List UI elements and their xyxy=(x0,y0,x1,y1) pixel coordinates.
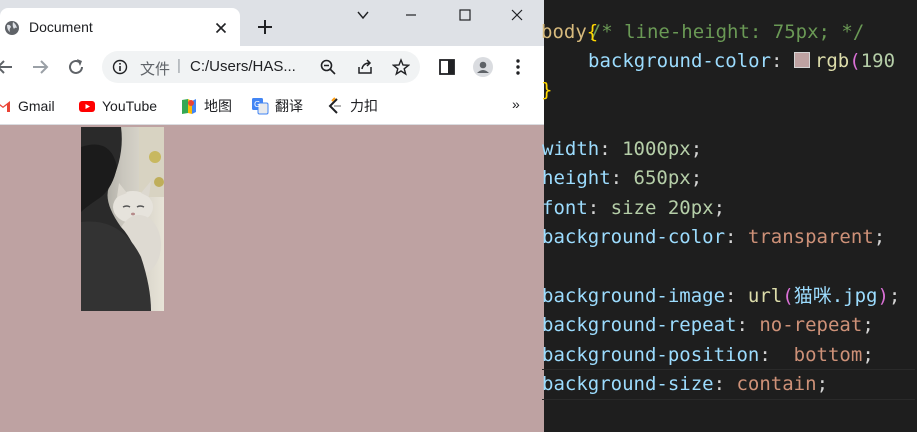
bookmark-label: 力扣 xyxy=(350,98,378,114)
css-value: transparent xyxy=(747,226,874,248)
code-line-background-size: background-size: contain; xyxy=(542,369,915,400)
translate-icon: G xyxy=(252,98,269,115)
new-tab-button[interactable] xyxy=(256,18,274,36)
svg-text:G: G xyxy=(254,100,260,109)
tab-strip: Document xyxy=(0,0,544,46)
css-property: background-position xyxy=(542,344,760,366)
side-panel-icon[interactable] xyxy=(437,57,457,77)
minimize-icon xyxy=(406,14,416,16)
code-line-font: font: size 20px; xyxy=(542,197,726,219)
code-line-comment: /* line-height: 75px; */ xyxy=(544,0,865,43)
close-icon[interactable] xyxy=(213,20,229,36)
bookmarks-bar: Gmail YouTube 地图 G 翻译 力扣 » xyxy=(0,88,544,125)
browser-toolbar: 文件 | C:/Users/HAS... xyxy=(0,46,544,88)
css-value: contain xyxy=(736,373,817,395)
bookmark-label: 翻译 xyxy=(275,98,303,114)
code-editor[interactable]: /* line-height: 75px; */ body{ backgroun… xyxy=(541,0,917,432)
youtube-icon xyxy=(79,101,95,112)
zoom-icon[interactable] xyxy=(319,58,337,76)
css-brace-close: } xyxy=(541,79,553,101)
code-line-width: width: 1000px; xyxy=(542,138,703,160)
bookmark-label: YouTube xyxy=(102,98,158,114)
maximize-icon xyxy=(459,9,471,21)
css-property: font xyxy=(542,197,588,219)
browser-window: Document 文件 | C:/Users/HAS... Gmail YouT… xyxy=(0,0,544,432)
tab-title: Document xyxy=(29,19,93,35)
css-property: background-repeat xyxy=(542,314,737,336)
address-scheme-label: 文件 xyxy=(140,61,171,78)
back-button[interactable] xyxy=(0,56,16,78)
forward-button[interactable] xyxy=(29,56,51,78)
bookmark-maps[interactable]: 地图 xyxy=(180,95,232,117)
css-function: rgb xyxy=(814,50,850,72)
menu-kebab-icon[interactable] xyxy=(508,57,528,77)
css-selector: body xyxy=(541,21,587,43)
css-comment: /* line-height: 75px; */ xyxy=(589,21,865,43)
code-line-background-color-transparent: background-color: transparent; xyxy=(542,226,886,248)
close-window-button[interactable] xyxy=(494,8,540,26)
code-line-background-repeat: background-repeat: no-repeat; xyxy=(542,314,874,336)
globe-icon xyxy=(5,21,19,35)
css-value: 650px xyxy=(633,167,691,189)
css-value: 1000px xyxy=(622,138,691,160)
share-icon[interactable] xyxy=(356,58,374,76)
css-number: 190 xyxy=(860,50,896,72)
address-bar[interactable]: 文件 | C:/Users/HAS... xyxy=(102,51,420,83)
code-line-background-position: background-position: bottom; xyxy=(542,344,874,366)
css-value: bottom xyxy=(793,344,863,366)
color-swatch[interactable] xyxy=(793,52,810,68)
code-line-selector: body{ xyxy=(541,18,599,47)
minimize-button[interactable] xyxy=(388,8,434,26)
css-property: background-image xyxy=(542,285,726,307)
bookmark-label: 地图 xyxy=(204,98,232,114)
bookmark-label: Gmail xyxy=(18,98,55,114)
page-viewport xyxy=(0,125,544,432)
code-line-background-color: background-color: rgb(190 xyxy=(588,50,896,72)
tab-search-button[interactable] xyxy=(340,8,386,26)
chevron-down-icon xyxy=(357,11,369,20)
cat-photo xyxy=(81,127,164,311)
maps-icon xyxy=(182,99,196,114)
css-url-argument: 猫咪.jpg xyxy=(793,285,878,307)
css-brace-open: { xyxy=(586,21,599,43)
cat-photo-graphic xyxy=(81,127,164,311)
bookmarks-overflow-button[interactable]: » xyxy=(512,96,520,112)
css-value: size 20px xyxy=(610,197,714,219)
css-property: background-color xyxy=(542,226,726,248)
css-value: no-repeat xyxy=(759,314,863,336)
bookmark-translate[interactable]: G 翻译 xyxy=(251,95,303,117)
bookmark-gmail[interactable]: Gmail xyxy=(0,95,55,117)
css-property: background-color xyxy=(588,50,772,72)
maximize-button[interactable] xyxy=(442,8,488,26)
css-property: height xyxy=(542,167,611,189)
profile-avatar-icon[interactable] xyxy=(473,57,493,77)
css-property: background-size xyxy=(542,373,714,395)
address-separator: | xyxy=(177,57,181,74)
code-line-background-image: background-image: url(猫咪.jpg); xyxy=(542,285,901,307)
leetcode-icon xyxy=(328,97,341,114)
bookmark-youtube[interactable]: YouTube xyxy=(78,95,157,117)
gmail-icon xyxy=(0,101,10,112)
code-line-brace-close: } xyxy=(541,76,553,105)
close-icon xyxy=(511,9,523,21)
info-icon[interactable] xyxy=(112,59,128,75)
css-property: width xyxy=(542,138,600,160)
bookmark-leetcode[interactable]: 力扣 xyxy=(326,95,378,117)
reload-button[interactable] xyxy=(65,56,87,78)
bookmark-star-icon[interactable] xyxy=(392,58,410,76)
css-function: url xyxy=(747,285,783,307)
address-url[interactable]: C:/Users/HAS... xyxy=(190,58,296,75)
code-line-height: height: 650px; xyxy=(542,167,703,189)
tab-document[interactable]: Document xyxy=(0,8,240,46)
